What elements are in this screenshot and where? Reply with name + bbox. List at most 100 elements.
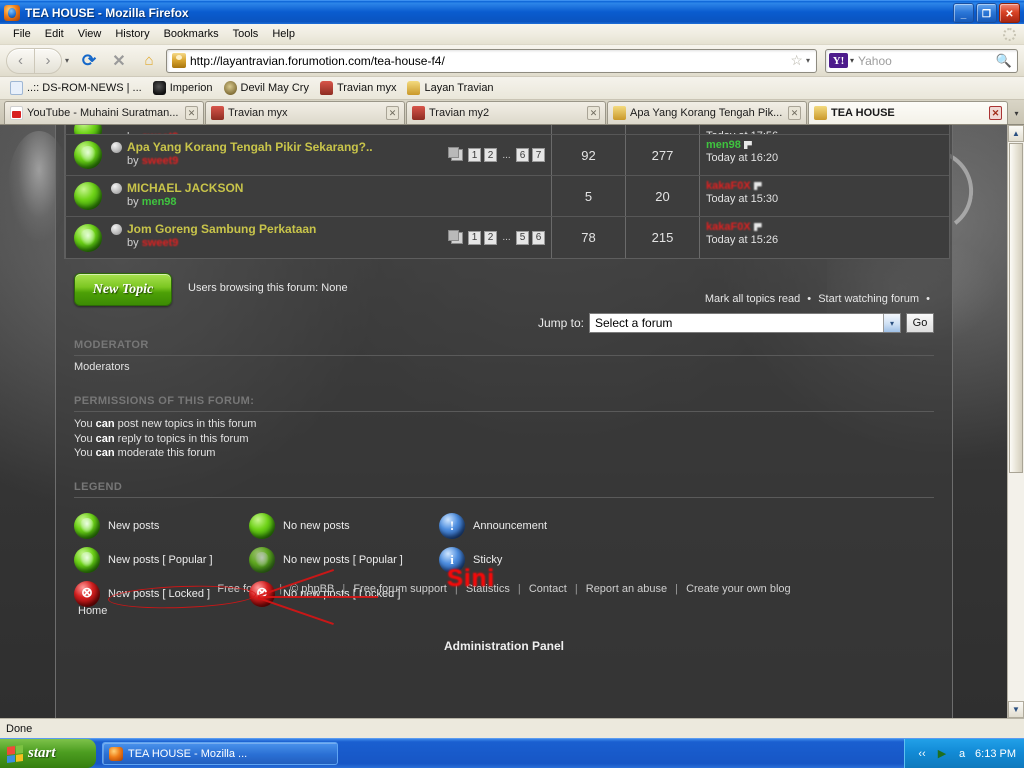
chevron-down-icon[interactable]: ▾ [883, 314, 900, 332]
page-link[interactable]: 6 [516, 148, 529, 162]
start-watching-forum-link[interactable]: Start watching forum [818, 293, 919, 305]
search-input[interactable]: Yahoo [858, 54, 996, 68]
stop-button[interactable]: ✕ [106, 48, 132, 73]
menu-view[interactable]: View [71, 26, 109, 42]
bookmark-travian-myx[interactable]: Travian myx [316, 80, 401, 96]
last-post-user[interactable]: kakaF0X [706, 221, 943, 233]
bookmark-star-icon[interactable]: ☆ [787, 52, 806, 69]
scrollbar-thumb[interactable] [1009, 143, 1023, 473]
close-button[interactable]: ✕ [999, 2, 1020, 23]
tray-media-icon[interactable]: ▶ [935, 747, 949, 761]
page-link[interactable]: 7 [532, 148, 545, 162]
back-icon: ‹ [18, 52, 23, 69]
go-button[interactable]: Go [906, 313, 934, 333]
tab-close-icon[interactable]: ✕ [185, 106, 198, 120]
tab-apa-yang-korang[interactable]: Apa Yang Korang Tengah Pik... ✕ [607, 101, 807, 124]
tab-close-icon[interactable]: ✕ [386, 106, 399, 120]
address-bar[interactable]: http://layantravian.forumotion.com/tea-h… [166, 48, 817, 73]
permission-post: moderate this forum [114, 447, 216, 459]
search-bar[interactable]: Y! ▾ Yahoo 🔍 [825, 48, 1018, 73]
forum-select[interactable]: Select a forum ▾ [589, 313, 901, 333]
address-dropdown-icon[interactable]: ▾ [806, 56, 813, 65]
table-row[interactable]: Jom Goreng Sambung Perkataan by sweet9 1 [65, 217, 949, 258]
menu-file[interactable]: File [6, 26, 38, 42]
mark-all-topics-read-link[interactable]: Mark all topics read [705, 293, 800, 305]
menu-bookmarks[interactable]: Bookmarks [157, 26, 226, 42]
by-prefix: by [127, 237, 139, 249]
tab-close-icon[interactable]: ✕ [989, 106, 1002, 120]
topic-link[interactable]: Apa Yang Korang Tengah Pikir Sekarang?.. [127, 140, 373, 154]
goto-last-post-icon[interactable] [753, 223, 762, 231]
chevron-down-icon[interactable]: ▾ [62, 56, 72, 65]
menu-tools[interactable]: Tools [226, 26, 266, 42]
table-row[interactable]: MICHAEL JACKSON by men98 5 20 kakaF0X To… [65, 176, 949, 217]
tab-tea-house[interactable]: TEA HOUSE ✕ [808, 101, 1008, 124]
bookmark-layan-travian[interactable]: Layan Travian [403, 80, 497, 96]
last-post-user[interactable]: men98 [706, 139, 943, 151]
window-controls: _ ❐ ✕ [953, 2, 1022, 23]
green-skull-orb-icon [74, 512, 100, 539]
reload-button[interactable]: ⟳ [76, 48, 102, 73]
permission-item: You can reply to topics in this forum [74, 432, 934, 447]
green-orb-icon [73, 125, 102, 134]
tab-close-icon[interactable]: ✕ [587, 106, 600, 120]
table-row[interactable]: by sweet9 Today at 17:56 [65, 125, 949, 135]
maximize-button[interactable]: ❐ [976, 2, 997, 23]
page-link[interactable]: 1 [468, 230, 481, 245]
tab-travian-my2[interactable]: Travian my2 ✕ [406, 101, 606, 124]
bookmark-ds-rom-news[interactable]: ..:: DS-ROM-NEWS | ... [6, 80, 146, 96]
scroll-up-button[interactable]: ▲ [1008, 125, 1024, 142]
tray-app-icon[interactable]: a [955, 747, 969, 761]
forum-actions: New Topic Users browsing this forum: Non… [64, 259, 944, 333]
start-button[interactable]: start [0, 739, 96, 768]
topic-link[interactable]: MICHAEL JACKSON [127, 181, 243, 195]
page-link[interactable]: 2 [484, 230, 497, 245]
new-topic-button[interactable]: New Topic [74, 273, 172, 306]
back-button[interactable]: ‹ [6, 47, 34, 74]
chevron-down-icon: ▼ [1012, 705, 1020, 714]
search-engine-dropdown-icon[interactable]: ▾ [848, 56, 858, 65]
author-name[interactable]: sweet9 [142, 237, 179, 249]
replies-cell: 5 [551, 176, 625, 216]
taskbar-item-firefox[interactable]: TEA HOUSE - Mozilla ... [102, 742, 338, 765]
page-link[interactable]: 6 [532, 230, 545, 245]
page-link[interactable]: 2 [484, 148, 497, 162]
footer-link-create-blog[interactable]: Create your own blog [686, 583, 791, 595]
tab-close-icon[interactable]: ✕ [788, 106, 801, 120]
page-link[interactable]: 5 [516, 230, 529, 245]
tray-expand-icon[interactable]: ‹‹ [915, 747, 929, 761]
tab-travian-myx[interactable]: Travian myx ✕ [205, 101, 405, 124]
minimize-button[interactable]: _ [953, 2, 974, 23]
menu-edit[interactable]: Edit [38, 26, 71, 42]
page-link[interactable]: 1 [468, 148, 481, 162]
tab-youtube[interactable]: YouTube - Muhaini Suratman... ✕ [4, 101, 204, 124]
home-button[interactable]: ⌂ [136, 48, 162, 73]
yahoo-icon[interactable]: Y! [829, 53, 848, 68]
last-post-user[interactable]: kakaF0X [706, 180, 943, 192]
menu-history[interactable]: History [108, 26, 156, 42]
footer-link-statistics[interactable]: Statistics [466, 583, 510, 595]
search-icon[interactable]: 🔍 [996, 53, 1014, 69]
bookmarks-toolbar: ..:: DS-ROM-NEWS | ... Imperion Devil Ma… [0, 77, 1024, 100]
table-row[interactable]: Apa Yang Korang Tengah Pikir Sekarang?..… [65, 135, 949, 176]
goto-last-post-icon[interactable] [753, 182, 762, 190]
footer-link-free-forum-support[interactable]: Free forum support [353, 583, 447, 595]
scroll-down-button[interactable]: ▼ [1008, 701, 1024, 718]
legend-label: New posts [ Locked ] [108, 587, 211, 600]
topic-link[interactable]: Jom Goreng Sambung Perkataan [127, 222, 316, 236]
goto-last-post-icon[interactable] [743, 141, 752, 149]
bookmark-imperion[interactable]: Imperion [149, 80, 217, 96]
menu-help[interactable]: Help [265, 26, 302, 42]
footer-link-report-abuse[interactable]: Report an abuse [586, 583, 667, 595]
author-name[interactable]: sweet9 [142, 155, 179, 167]
forward-button[interactable]: › [34, 47, 62, 74]
list-all-tabs-icon[interactable]: ▾ [1009, 109, 1024, 124]
legend-label: Announcement [473, 519, 547, 532]
administration-panel-link[interactable]: Administration Panel [64, 617, 944, 653]
window-titlebar: TEA HOUSE - Mozilla Firefox _ ❐ ✕ [0, 0, 1024, 24]
bookmark-devil-may-cry[interactable]: Devil May Cry [220, 80, 313, 96]
page-scrollbar[interactable]: ▲ ▼ [1007, 125, 1024, 718]
footer-link-contact[interactable]: Contact [529, 583, 567, 595]
url-text[interactable]: http://layantravian.forumotion.com/tea-h… [190, 54, 787, 68]
author-name[interactable]: men98 [142, 196, 177, 208]
